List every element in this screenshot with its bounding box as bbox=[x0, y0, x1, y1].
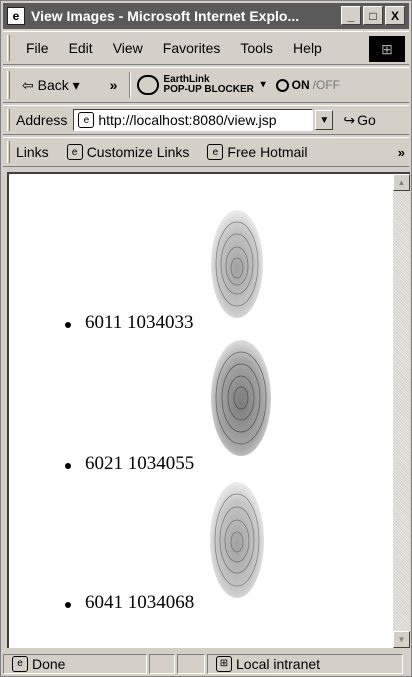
windows-logo-icon: ⊞ bbox=[369, 36, 405, 62]
scroll-down-arrow-icon[interactable]: ▼ bbox=[393, 631, 410, 648]
standard-toolbar: ⇦ Back ▾ » EarthLink POP-UP BLOCKER ▾ ON… bbox=[3, 67, 409, 103]
window-title: View Images - Microsoft Internet Explo..… bbox=[31, 8, 300, 24]
links-chevron[interactable]: » bbox=[398, 145, 405, 160]
popup-toggle[interactable]: ON/OFF bbox=[275, 78, 340, 92]
back-label: Back bbox=[37, 77, 69, 93]
toolbar-separator bbox=[129, 72, 132, 98]
scroll-up-arrow-icon[interactable]: ▲ bbox=[393, 174, 410, 191]
status-text: Done bbox=[32, 655, 66, 672]
address-input[interactable]: e http://localhost:8080/view.jsp bbox=[73, 109, 314, 131]
menu-bar: File Edit View Favorites Tools Help ⊞ bbox=[3, 31, 409, 65]
earthlink-subtitle: POP-UP BLOCKER bbox=[163, 84, 254, 95]
status-panel-empty bbox=[177, 653, 205, 674]
back-arrow-icon: ⇦ bbox=[22, 76, 38, 93]
browser-window: e View Images - Microsoft Internet Explo… bbox=[0, 0, 412, 677]
status-panel-empty bbox=[149, 653, 175, 674]
fingerprint-image bbox=[211, 340, 271, 456]
link-free-hotmail[interactable]: e Free Hotmail bbox=[203, 144, 308, 160]
toggle-circle-icon bbox=[275, 78, 289, 92]
menu-view[interactable]: View bbox=[103, 40, 153, 56]
menu-tools[interactable]: Tools bbox=[230, 40, 283, 56]
address-grip[interactable] bbox=[7, 108, 10, 132]
page-icon: e bbox=[78, 112, 95, 128]
address-bar: Address e http://localhost:8080/view.jsp… bbox=[3, 105, 409, 135]
back-button[interactable]: ⇦ Back ▾ bbox=[16, 77, 86, 94]
link-page-icon: e bbox=[66, 144, 83, 160]
go-button[interactable]: ↪ Go bbox=[343, 112, 375, 129]
menu-edit[interactable]: Edit bbox=[59, 40, 103, 56]
menu-grip[interactable] bbox=[7, 35, 10, 61]
list-item: 6021 1034055 bbox=[9, 314, 393, 474]
title-bar[interactable]: e View Images - Microsoft Internet Explo… bbox=[3, 3, 409, 29]
intranet-icon: ⊞ bbox=[216, 655, 232, 672]
address-url[interactable]: http://localhost:8080/view.jsp bbox=[98, 112, 276, 128]
menu-favorites[interactable]: Favorites bbox=[153, 40, 231, 56]
go-label: Go bbox=[357, 112, 376, 128]
minimize-button[interactable]: _ bbox=[341, 6, 361, 25]
earthlink-logo-icon bbox=[137, 75, 160, 95]
image-caption: 6041 1034068 bbox=[85, 592, 195, 613]
page-content: 6011 1034033 6021 1034055 6041 1034068 bbox=[7, 172, 393, 648]
maximize-button[interactable]: □ bbox=[363, 6, 383, 25]
links-bar: Links e Customize Links e Free Hotmail » bbox=[3, 137, 409, 167]
address-label: Address bbox=[16, 112, 68, 128]
back-dropdown-icon[interactable]: ▾ bbox=[69, 77, 80, 94]
menu-help[interactable]: Help bbox=[283, 40, 332, 56]
on-label: ON bbox=[291, 78, 310, 92]
go-arrow-icon: ↪ bbox=[343, 111, 356, 128]
earthlink-dropdown-icon[interactable]: ▾ bbox=[258, 80, 266, 90]
link-hotmail-label: Free Hotmail bbox=[227, 144, 308, 160]
off-label: /OFF bbox=[312, 78, 340, 92]
close-button[interactable]: X bbox=[385, 6, 405, 25]
status-page-icon: e bbox=[12, 655, 28, 672]
list-item: 6011 1034033 bbox=[9, 174, 393, 333]
fingerprint-image bbox=[210, 482, 264, 598]
fingerprint-image bbox=[211, 210, 263, 318]
list-item: 6041 1034068 bbox=[9, 454, 393, 613]
link-customize-links[interactable]: e Customize Links bbox=[63, 144, 190, 160]
earthlink-popup-blocker[interactable]: EarthLink POP-UP BLOCKER ▾ bbox=[137, 75, 266, 95]
status-zone: Local intranet bbox=[236, 655, 321, 672]
ie-icon: e bbox=[7, 7, 25, 25]
status-panel: e Done bbox=[3, 653, 147, 674]
address-dropdown-button[interactable]: ▼ bbox=[315, 110, 334, 130]
bullet-icon bbox=[65, 602, 71, 608]
menu-file[interactable]: File bbox=[16, 40, 59, 56]
toolbar-grip[interactable] bbox=[7, 71, 10, 99]
link-page-icon: e bbox=[207, 144, 224, 160]
links-label: Links bbox=[16, 144, 49, 160]
links-grip[interactable] bbox=[7, 140, 10, 164]
vertical-scrollbar[interactable]: ▲ ▼ bbox=[393, 172, 410, 648]
status-zone-panel: ⊞ Local intranet bbox=[207, 653, 403, 674]
status-bar: e Done ⊞ Local intranet bbox=[3, 651, 409, 676]
toolbar-chevron[interactable]: » bbox=[104, 77, 124, 93]
link-customize-label: Customize Links bbox=[86, 144, 190, 160]
